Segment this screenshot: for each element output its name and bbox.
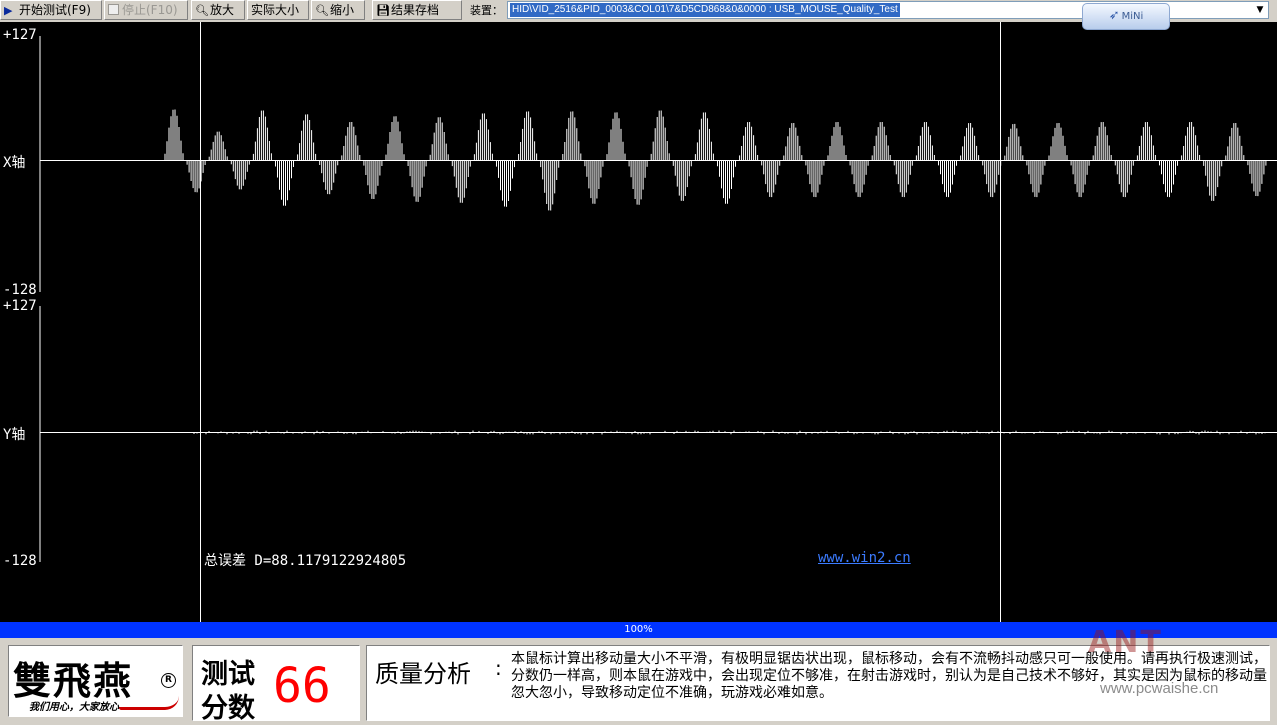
swallow-icon: ➶	[1108, 8, 1120, 23]
start-test-button[interactable]: ▶ 开始测试(F9)	[0, 0, 102, 20]
y-axis-max-label: +127	[3, 298, 37, 314]
x-trace-hump	[1247, 160, 1267, 197]
x-trace-hump	[363, 160, 383, 199]
x-trace-hump	[606, 112, 628, 161]
mini-mode-button[interactable]: ➶ MiNi	[1082, 3, 1170, 30]
x-trace-hump	[1048, 123, 1068, 161]
x-trace-hump	[650, 110, 672, 161]
score-label-line2: 分数	[201, 693, 255, 724]
result-panel: 雙飛燕 R 我们用心，大家放心 测试 分数 66 质量分析 : 本鼠标计算出移动…	[0, 638, 1277, 725]
x-trace-hump	[1181, 122, 1201, 161]
device-select-value: HID\VID_2516&PID_0003&COL01\7&D5CD868&0&…	[510, 3, 900, 17]
checkbox-icon	[108, 4, 119, 15]
logo-swoosh-icon	[119, 696, 179, 710]
x-trace-hump	[1114, 160, 1134, 198]
save-results-button[interactable]: 💾︎结果存档	[372, 0, 462, 20]
x-axis-max-label: +127	[3, 27, 37, 43]
x-trace-hump	[1159, 160, 1178, 198]
x-trace-hump	[849, 160, 869, 198]
x-trace-hump	[1203, 160, 1223, 201]
stop-button[interactable]: 停止(F10)	[104, 0, 188, 20]
x-trace-hump	[893, 160, 913, 198]
x-trace-hump	[1026, 160, 1046, 198]
zoom-in-button[interactable]: 🔍︎放大	[191, 0, 245, 20]
analysis-title: 质量分析	[375, 660, 471, 688]
x-trace-hump	[871, 122, 891, 161]
x-trace-hump	[473, 113, 495, 161]
progress-bar: 100%	[0, 622, 1277, 638]
x-trace-hump	[429, 117, 449, 161]
logo-text: 雙飛燕	[13, 658, 134, 703]
x-trace-hump	[805, 160, 825, 198]
zoom-out-label: 缩小	[330, 3, 355, 17]
x-trace-hump	[562, 111, 584, 161]
x-trace-hump	[694, 112, 716, 161]
start-test-label: 开始测试(F9)	[19, 3, 91, 17]
x-trace-hump	[1070, 160, 1090, 198]
brand-logo: 雙飛燕 R 我们用心，大家放心	[8, 645, 183, 717]
x-trace-hump	[628, 160, 648, 205]
x-trace-hump	[164, 109, 186, 161]
y-axis-title: Y轴	[3, 427, 26, 443]
play-icon: ▶	[4, 4, 13, 17]
analysis-colon: :	[495, 656, 502, 680]
save-results-label: 结果存档	[391, 3, 440, 17]
chevron-down-icon[interactable]: ▼	[1253, 3, 1267, 17]
progress-text: 100%	[624, 624, 653, 635]
x-trace-hump	[319, 160, 339, 195]
stop-label: 停止(F10)	[122, 3, 178, 17]
mini-label: MiNi	[1121, 11, 1144, 22]
x-trace-hump	[1136, 122, 1156, 161]
signal-plot-canvas	[39, 22, 1277, 622]
x-axis-min-label: -128	[3, 282, 37, 298]
x-trace-hump	[297, 114, 319, 161]
score-value: 66	[273, 658, 331, 714]
x-trace-hump	[960, 123, 980, 161]
x-trace-hump	[385, 116, 405, 161]
magnifier-minus-icon: 🔍︎	[315, 4, 329, 17]
x-trace-hump	[496, 160, 517, 207]
actual-size-button[interactable]: 实际大小	[247, 0, 309, 20]
total-error-readout: 总误差 D=88.1179122924805	[204, 553, 407, 569]
signal-plot: +127 X轴 -128 +127 Y轴 -128 总误差 D=88.11791…	[0, 22, 1277, 622]
floppy-disk-icon: 💾︎	[376, 4, 390, 17]
x-trace-hump	[938, 160, 957, 198]
watermark-logo-icon: ANT	[1088, 625, 1163, 660]
x-trace-hump	[584, 160, 604, 204]
x-trace-hump	[1004, 123, 1024, 161]
x-trace-hump	[982, 160, 1002, 198]
device-label: 装置：	[470, 4, 503, 17]
score-panel: 测试 分数 66	[192, 645, 360, 724]
actual-size-label: 实际大小	[251, 3, 300, 17]
x-trace-hump	[783, 123, 803, 161]
watermark-text: www.pcwaishe.cn	[1100, 680, 1219, 697]
logo-slogan: 我们用心，大家放心	[29, 702, 119, 713]
x-trace-hump	[208, 131, 228, 161]
zoom-in-label: 放大	[210, 3, 235, 17]
x-trace-hump	[672, 160, 692, 201]
x-trace-hump	[717, 160, 736, 204]
x-trace-hump	[761, 160, 781, 198]
x-trace-hump	[252, 110, 274, 161]
x-trace-hump	[407, 160, 427, 202]
y-axis-min-label: -128	[3, 553, 37, 569]
x-trace-hump	[739, 122, 759, 161]
x-axis-title: X轴	[3, 155, 26, 171]
x-trace-hump	[518, 111, 540, 161]
x-trace-hump	[915, 122, 935, 161]
x-trace-hump	[186, 160, 206, 193]
x-trace-hump	[1092, 122, 1112, 161]
x-trace-hump	[230, 160, 250, 190]
x-trace-hump	[1225, 123, 1245, 161]
x-trace-hump	[275, 160, 296, 206]
x-trace-hump	[451, 160, 471, 203]
x-trace-hump	[341, 122, 361, 161]
x-trace-hump	[540, 160, 562, 211]
zoom-out-button[interactable]: 🔍︎缩小	[311, 0, 365, 20]
magnifier-plus-icon: 🔍︎	[195, 4, 209, 17]
website-link[interactable]: www.win2.cn	[818, 550, 911, 566]
registered-mark-icon: R	[161, 673, 176, 688]
x-trace-hump	[827, 122, 847, 161]
